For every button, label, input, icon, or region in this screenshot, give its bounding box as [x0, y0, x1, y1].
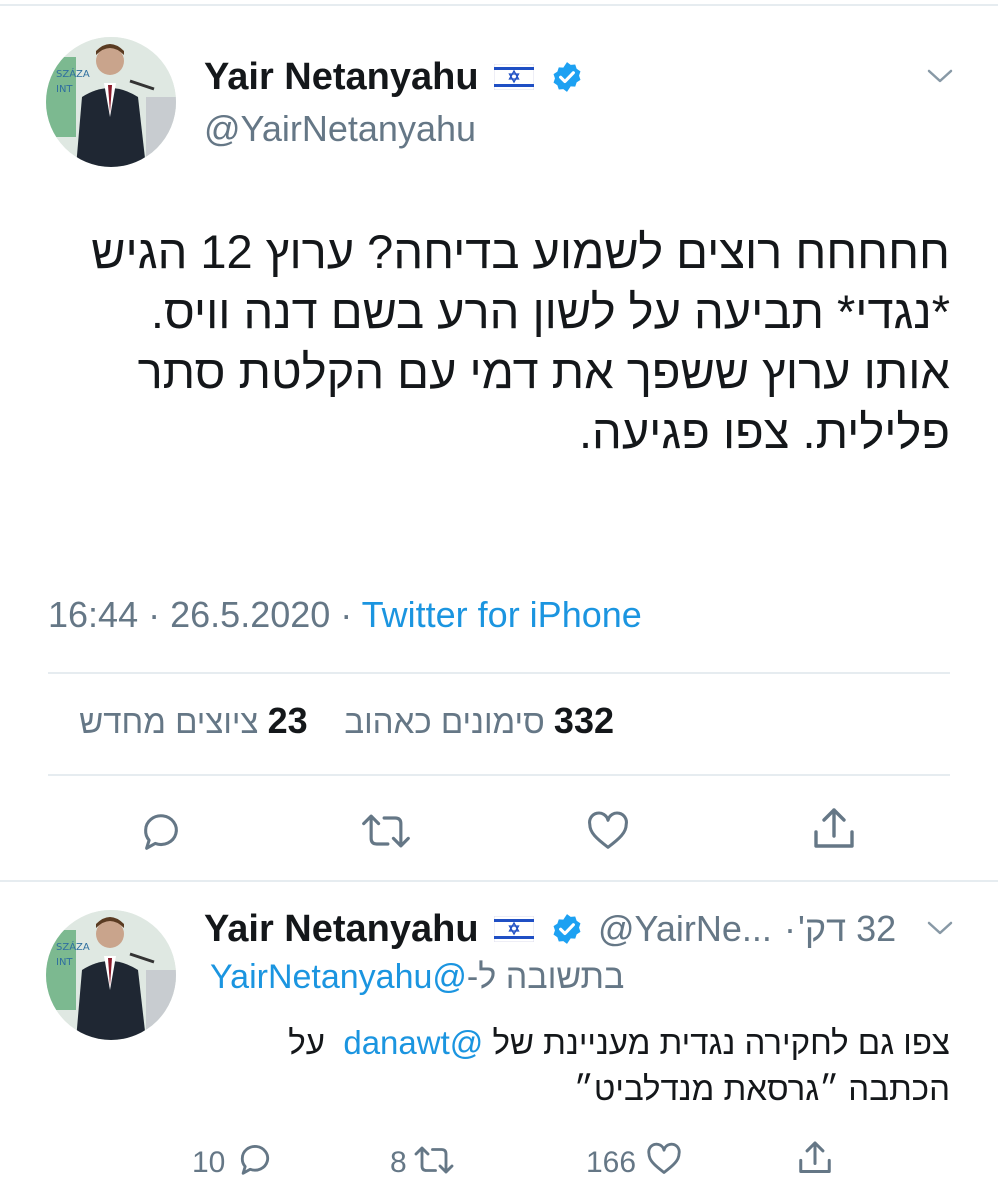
retweets-label[interactable]: סימונים כאהוב — [344, 703, 544, 740]
chevron-down-icon[interactable] — [926, 66, 954, 86]
replying-to-handle[interactable]: @YairNetanyahu — [210, 958, 467, 996]
retweet-count: 8 — [390, 1146, 407, 1179]
tweet-stats: 332 סימונים כאהוב 23 ציוצים מחדש — [48, 700, 614, 750]
meta-separator: · — [340, 594, 353, 635]
tweet-text-line: חחחחח רוצים לשמוע בדיחה? ערוץ 12 הגיש — [91, 225, 950, 278]
tweet-text-line: *נגדי* תביעה על לשון הרע בשם דנה וויס. — [150, 285, 950, 338]
tweet-time: 16:44 — [48, 594, 139, 635]
verified-badge-icon — [553, 914, 581, 944]
reply-author-name[interactable]: Yair Netanyahu — [204, 908, 479, 951]
reply-time-ago: 32 דק' — [798, 908, 897, 949]
author-name[interactable]: Yair Netanyahu — [204, 56, 479, 99]
reply-icon — [240, 1145, 270, 1175]
reply-text-end: על — [288, 1024, 325, 1061]
israel-flag-icon — [494, 916, 534, 942]
share-button[interactable] — [810, 804, 858, 854]
share-icon — [799, 1141, 831, 1173]
divider — [48, 672, 950, 674]
reply-author-handle[interactable]: @YairNe... — [598, 908, 772, 950]
tweet-text: חחחחח רוצים לשמוע בדיחה? ערוץ 12 הגיש *נ… — [40, 222, 950, 462]
svg-text:INT: INT — [56, 84, 73, 95]
like-button[interactable] — [644, 1140, 684, 1178]
divider — [0, 880, 998, 882]
like-count: 166 — [586, 1146, 637, 1179]
like-button[interactable] — [584, 808, 632, 854]
svg-text:SZÁZA: SZÁZA — [56, 940, 90, 953]
retweet-button[interactable] — [360, 808, 412, 854]
meta-separator: · — [148, 594, 161, 635]
share-button[interactable] — [796, 1138, 834, 1178]
retweet-icon — [414, 1146, 454, 1174]
chevron-down-icon[interactable] — [926, 918, 954, 938]
avatar[interactable]: SZÁZA INT — [46, 910, 176, 1040]
tweet-meta: 16:44 · 26.5.2020 · Twitter for iPhone — [48, 594, 642, 636]
author-handle[interactable]: @YairNetanyahu — [204, 108, 476, 150]
reply-count: 10 — [192, 1146, 226, 1179]
reply-text-start: צפו גם לחקירה נגדית מעניינת של — [492, 1024, 950, 1061]
svg-text:SZÁZA: SZÁZA — [56, 67, 90, 80]
reply-text-line: הכתבה ״גרסאת מנדלביט״ — [573, 1070, 950, 1107]
top-divider — [0, 4, 998, 6]
tweet-source-link[interactable]: Twitter for iPhone — [362, 594, 642, 635]
retweets-count[interactable]: 332 — [554, 700, 614, 741]
avatar[interactable]: SZÁZA INT — [46, 37, 176, 167]
tweet-date: 26.5.2020 — [170, 594, 331, 635]
mention-link[interactable]: @danawt — [343, 1024, 483, 1061]
likes-label[interactable]: ציוצים מחדש — [79, 703, 258, 740]
svg-text:INT: INT — [56, 957, 73, 968]
reply-text: צפו גם לחקירה נגדית מעניינת של @danawt ע… — [210, 1020, 950, 1112]
avatar-photo: SZÁZA INT — [46, 37, 176, 167]
avatar-photo: SZÁZA INT — [46, 910, 176, 1040]
likes-count[interactable]: 23 — [268, 700, 308, 741]
verified-badge-icon — [553, 62, 581, 92]
replying-to-label: בתשובה ל- — [466, 958, 625, 996]
meta-separator: · — [784, 908, 796, 949]
reply-text-line: צפו גם לחקירה נגדית מעניינת של @danawt ע… — [210, 1020, 950, 1066]
reply-button[interactable] — [236, 1140, 274, 1178]
tweet-text-line: אותו ערוץ ששפך את דמי עם הקלטת סתר — [137, 345, 950, 398]
like-icon — [647, 1142, 681, 1174]
retweet-button[interactable] — [412, 1142, 456, 1178]
tweet-text-line: פלילית. צפו פגיעה. — [578, 405, 950, 458]
divider — [48, 774, 950, 776]
share-icon — [814, 808, 854, 848]
like-icon — [588, 811, 628, 849]
replying-to: בתשובה ל-@YairNetanyahu — [210, 958, 624, 997]
israel-flag-icon — [494, 64, 534, 90]
reply-icon — [144, 814, 178, 850]
retweet-icon — [362, 814, 410, 848]
reply-button[interactable] — [138, 808, 184, 854]
